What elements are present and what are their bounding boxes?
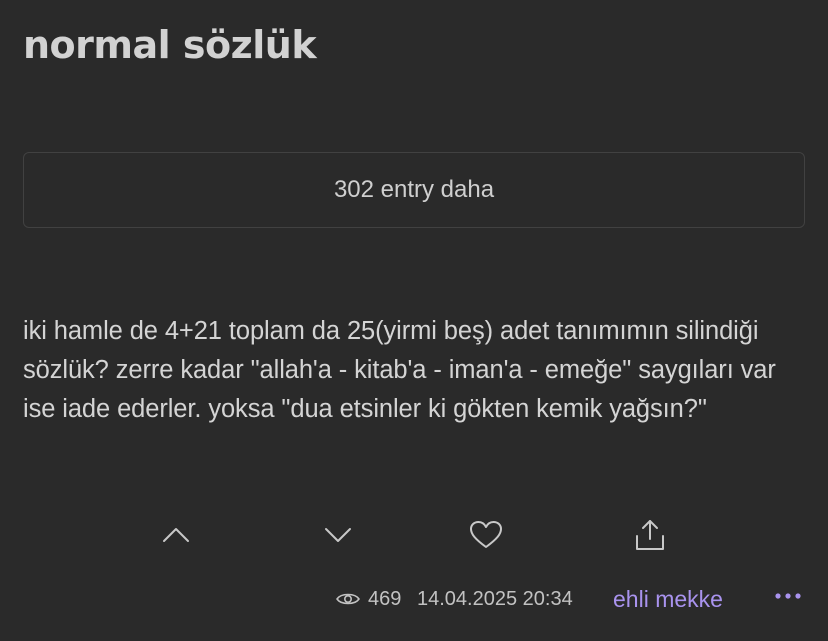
more-entries-label: 302 entry daha (333, 176, 495, 203)
more-entries-button[interactable]: 302 entry daha (23, 152, 805, 228)
favorite-button[interactable] (466, 515, 506, 555)
heart-icon (470, 521, 502, 548)
entry-author[interactable]: ehli mekke (613, 582, 723, 616)
chevron-down-icon (325, 528, 351, 542)
entry-timestamp[interactable]: 14.04.2025 20:34 (417, 582, 573, 616)
more-options-button[interactable] (770, 583, 806, 609)
share-icon (636, 520, 664, 550)
chevron-up-icon (163, 528, 189, 542)
eye-icon (336, 591, 360, 607)
downvote-button[interactable] (318, 515, 358, 555)
view-count: 469 (336, 582, 401, 616)
entry-text: iki hamle de 4+21 toplam da 25(yirmi beş… (23, 317, 776, 423)
ellipsis-icon (775, 593, 801, 599)
share-button[interactable] (630, 515, 670, 555)
entry-actions (0, 515, 828, 555)
view-count-value: 469 (368, 587, 402, 610)
page-title: normal sözlük (23, 23, 317, 67)
upvote-button[interactable] (156, 515, 196, 555)
